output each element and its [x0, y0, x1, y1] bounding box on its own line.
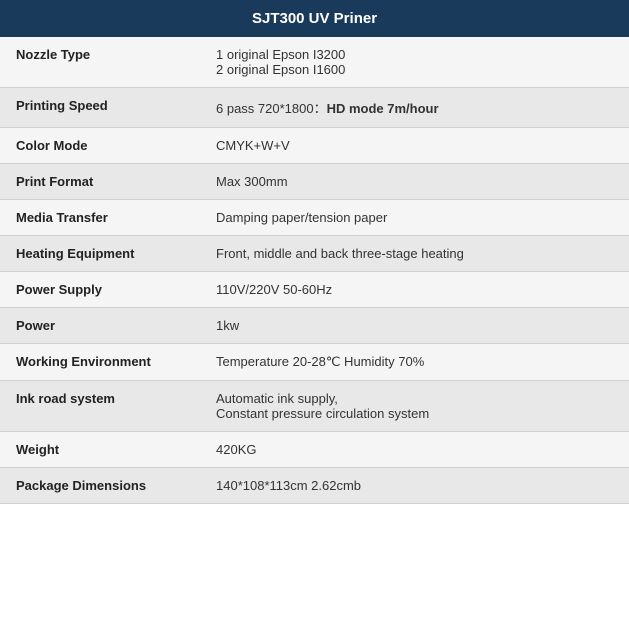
row-label: Ink road system — [0, 381, 200, 432]
row-label: Print Format — [0, 164, 200, 200]
table-row: Printing Speed6 pass 720*1800：HD mode 7m… — [0, 88, 629, 128]
row-label: Color Mode — [0, 128, 200, 164]
table-row: Package Dimensions140*108*113cm 2.62cmb — [0, 468, 629, 504]
row-label: Weight — [0, 432, 200, 468]
table-row: Power Supply110V/220V 50-60Hz — [0, 272, 629, 308]
row-label: Nozzle Type — [0, 37, 200, 88]
row-label: Media Transfer — [0, 200, 200, 236]
table-title: SJT300 UV Priner — [252, 10, 377, 27]
table-row: Color ModeCMYK+W+V — [0, 128, 629, 164]
row-value: 1kw — [200, 308, 629, 344]
value-line: 2 original Epson I1600 — [216, 62, 345, 77]
value-line: Automatic ink supply, — [216, 391, 338, 406]
table-row: Weight420KG — [0, 432, 629, 468]
row-label: Working Environment — [0, 344, 200, 381]
spec-table-container: SJT300 UV Priner Nozzle Type1 original E… — [0, 0, 629, 504]
row-value: 1 original Epson I32002 original Epson I… — [200, 37, 629, 88]
table-row: Print FormatMax 300mm — [0, 164, 629, 200]
table-row: Nozzle Type1 original Epson I32002 origi… — [0, 37, 629, 88]
row-label: Power Supply — [0, 272, 200, 308]
value-normal: 6 pass 720*1800： — [216, 101, 327, 116]
row-label: Heating Equipment — [0, 236, 200, 272]
table-header: SJT300 UV Priner — [0, 0, 629, 37]
row-value: CMYK+W+V — [200, 128, 629, 164]
table-row: Working EnvironmentTemperature 20-28℃ Hu… — [0, 344, 629, 381]
row-value: 420KG — [200, 432, 629, 468]
row-label: Power — [0, 308, 200, 344]
table-row: Power1kw — [0, 308, 629, 344]
row-value: Front, middle and back three-stage heati… — [200, 236, 629, 272]
table-row: Media TransferDamping paper/tension pape… — [0, 200, 629, 236]
spec-table: Nozzle Type1 original Epson I32002 origi… — [0, 37, 629, 504]
row-value: Max 300mm — [200, 164, 629, 200]
row-value: Damping paper/tension paper — [200, 200, 629, 236]
value-line: Constant pressure circulation system — [216, 406, 429, 421]
value-line: 1 original Epson I3200 — [216, 47, 345, 62]
row-label: Printing Speed — [0, 88, 200, 128]
row-value: Automatic ink supply,Constant pressure c… — [200, 381, 629, 432]
row-value: 6 pass 720*1800：HD mode 7m/hour — [200, 88, 629, 128]
row-value: 110V/220V 50-60Hz — [200, 272, 629, 308]
table-row: Ink road systemAutomatic ink supply,Cons… — [0, 381, 629, 432]
row-value: 140*108*113cm 2.62cmb — [200, 468, 629, 504]
table-row: Heating EquipmentFront, middle and back … — [0, 236, 629, 272]
row-label: Package Dimensions — [0, 468, 200, 504]
value-bold: HD mode 7m/hour — [327, 101, 439, 116]
row-value: Temperature 20-28℃ Humidity 70% — [200, 344, 629, 381]
